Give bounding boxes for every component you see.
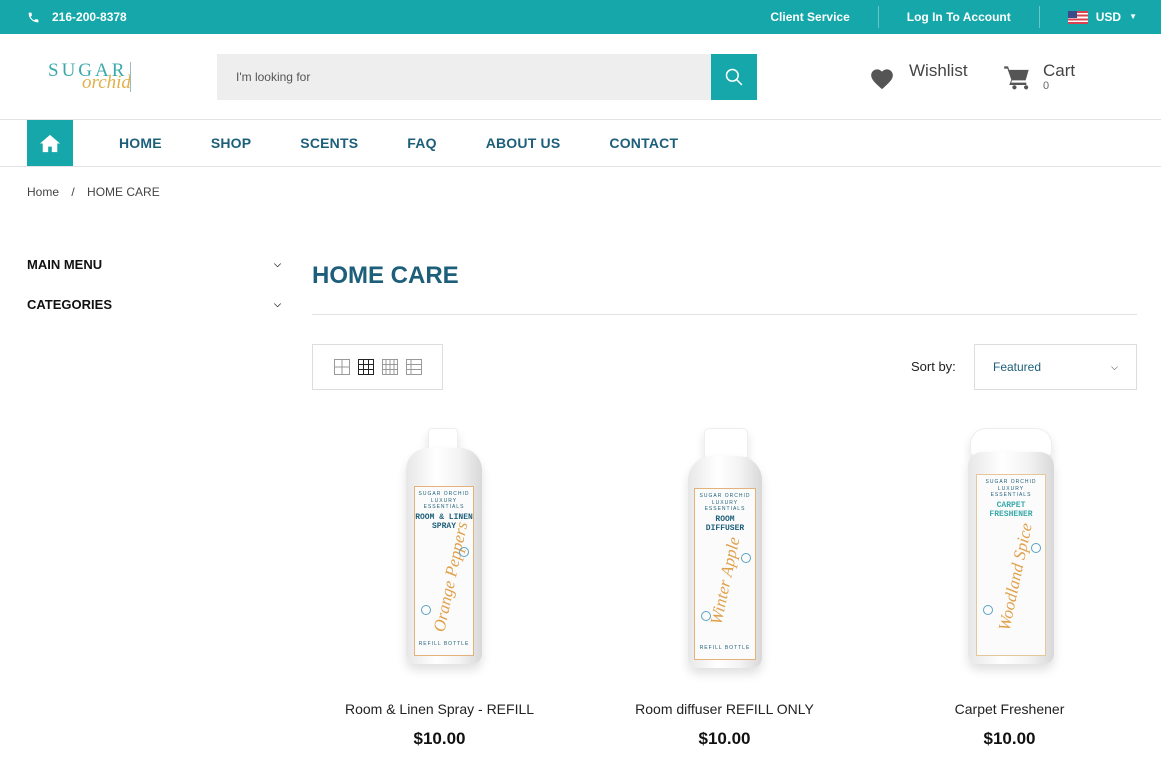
chevron-down-icon: ⌵ — [274, 258, 281, 269]
breadcrumb-separator: / — [71, 185, 75, 199]
breadcrumb: Home / HOME CARE — [27, 185, 160, 199]
product-label: SUGAR ORCHID LUXURY ESSENTIALS ROOM & LI… — [414, 486, 474, 656]
divider — [312, 314, 1137, 315]
label-brand: SUGAR ORCHID — [699, 493, 751, 499]
sidebar-categories-label: CATEGORIES — [27, 296, 112, 312]
logo-divider — [130, 62, 131, 92]
bottle — [428, 428, 458, 450]
product-image[interactable]: SUGAR ORCHID LUXURY ESSENTIALS CARPET FR… — [872, 420, 1147, 685]
nav-list: HOME SHOP SCENTS FAQ ABOUT US CONTACT — [119, 120, 727, 166]
home-button[interactable] — [27, 120, 73, 166]
heart-icon — [871, 69, 893, 90]
nav-item-about-us[interactable]: ABOUT US — [486, 135, 561, 151]
grid-3-icon[interactable] — [358, 359, 374, 375]
label-brand: SUGAR ORCHID — [985, 479, 1037, 485]
bottle: SUGAR ORCHID LUXURY ESSENTIALS CARPET FR… — [968, 452, 1054, 664]
product-name[interactable]: Room & Linen Spray - REFILL — [302, 701, 577, 717]
login-link[interactable]: Log In To Account — [877, 6, 1039, 28]
chevron-down-icon: ⌵ — [1111, 361, 1118, 372]
product-name[interactable]: Carpet Freshener — [872, 701, 1147, 717]
nav-item-scents[interactable]: SCENTS — [300, 135, 358, 151]
search-icon — [725, 68, 743, 86]
sort-label: Sort by: — [911, 359, 956, 374]
label-brand: SUGAR ORCHID — [418, 491, 470, 497]
label-kind: ROOM DIFFUSER — [705, 515, 745, 533]
product-image[interactable]: SUGAR ORCHID LUXURY ESSENTIALS ROOM & LI… — [302, 420, 577, 685]
wishlist-label: Wishlist — [909, 61, 968, 80]
phone-number: 216-200-8378 — [52, 10, 127, 24]
sidebar: MAIN MENU ⌵ CATEGORIES ⌵ — [27, 256, 285, 336]
breadcrumb-home[interactable]: Home — [27, 185, 59, 199]
chevron-down-icon: ▼ — [1129, 12, 1137, 21]
product-price: $10.00 — [698, 729, 751, 748]
product-image[interactable]: SUGAR ORCHID LUXURY ESSENTIALS ROOM DIFF… — [587, 420, 862, 685]
bottle: SUGAR ORCHID LUXURY ESSENTIALS ROOM & LI… — [406, 448, 482, 664]
product-price: $10.00 — [413, 729, 466, 748]
cart-label: Cart — [1043, 61, 1076, 80]
wishlist-link[interactable]: Wishlist — [869, 60, 968, 90]
label-foot: REFILL BOTTLE — [418, 641, 470, 647]
label-sub: LUXURY ESSENTIALS — [704, 500, 746, 512]
currency-label: USD — [1095, 10, 1122, 24]
cart-link[interactable]: Cart 0 — [1003, 60, 1075, 96]
phone-icon — [28, 12, 39, 22]
currency-selector[interactable]: USD ▼ — [1038, 6, 1137, 28]
flower-icon — [741, 553, 751, 563]
product-price: $10.00 — [983, 729, 1036, 748]
search-bar — [217, 54, 757, 100]
flower-icon — [983, 605, 993, 615]
flower-icon — [421, 605, 431, 615]
cart-count: 0 — [1043, 80, 1050, 92]
bottle: SUGAR ORCHID LUXURY ESSENTIALS ROOM DIFF… — [688, 456, 762, 668]
top-bar: 216-200-8378 Client Service Log In To Ac… — [0, 0, 1161, 34]
phone-link[interactable]: 216-200-8378 — [27, 10, 127, 24]
sidebar-main-menu[interactable]: MAIN MENU ⌵ — [27, 256, 285, 272]
product-card[interactable]: SUGAR ORCHID LUXURY ESSENTIALS CARPET FR… — [872, 420, 1147, 749]
chevron-down-icon: ⌵ — [274, 298, 281, 309]
sort-select[interactable]: Featured ⌵ — [974, 344, 1137, 390]
nav-item-contact[interactable]: CONTACT — [609, 135, 678, 151]
product-card[interactable]: SUGAR ORCHID LUXURY ESSENTIALS ROOM & LI… — [302, 420, 577, 749]
cart-icon — [1004, 66, 1029, 90]
label-scent: Woodland Spice — [994, 521, 1036, 633]
home-icon — [40, 134, 60, 153]
label-kind: CARPET FRESHENER — [989, 501, 1033, 519]
page-title: HOME CARE — [312, 262, 459, 289]
product-label: SUGAR ORCHID LUXURY ESSENTIALS ROOM DIFF… — [694, 488, 756, 660]
search-button[interactable] — [711, 54, 757, 100]
product-card[interactable]: SUGAR ORCHID LUXURY ESSENTIALS ROOM DIFF… — [587, 420, 862, 749]
nav-item-shop[interactable]: SHOP — [211, 135, 251, 151]
logo[interactable]: SUGAR orchid — [46, 58, 136, 96]
grid-toggle — [312, 344, 443, 390]
breadcrumb-current: HOME CARE — [87, 185, 160, 199]
grid-4-icon[interactable] — [382, 359, 398, 375]
client-service-link[interactable]: Client Service — [742, 6, 877, 28]
main-nav: HOME SHOP SCENTS FAQ ABOUT US CONTACT — [0, 120, 1161, 167]
label-scent: Winter Apple — [706, 535, 744, 627]
label-sub: LUXURY ESSENTIALS — [423, 498, 465, 510]
flower-icon — [459, 547, 469, 557]
flower-icon — [1031, 543, 1041, 553]
logo-script: orchid — [82, 72, 131, 93]
list-view-icon[interactable] — [406, 359, 422, 375]
header: SUGAR orchid Wishlist Cart 0 — [0, 34, 1161, 120]
sidebar-main-menu-label: MAIN MENU — [27, 256, 103, 272]
label-foot: REFILL BOTTLE — [699, 645, 751, 651]
product-label: SUGAR ORCHID LUXURY ESSENTIALS CARPET FR… — [976, 474, 1046, 656]
grid-2-icon[interactable] — [334, 359, 350, 375]
nav-item-faq[interactable]: FAQ — [407, 135, 436, 151]
nav-item-home[interactable]: HOME — [119, 135, 162, 151]
sidebar-categories[interactable]: CATEGORIES ⌵ — [27, 296, 285, 312]
product-name[interactable]: Room diffuser REFILL ONLY — [587, 701, 862, 717]
flag-icon — [1067, 10, 1088, 24]
label-sub: LUXURY ESSENTIALS — [990, 486, 1032, 498]
sort-value: Featured — [993, 360, 1042, 374]
search-input[interactable] — [217, 54, 711, 100]
flower-icon — [701, 611, 711, 621]
label-scent: Orange Peppers — [429, 520, 472, 634]
